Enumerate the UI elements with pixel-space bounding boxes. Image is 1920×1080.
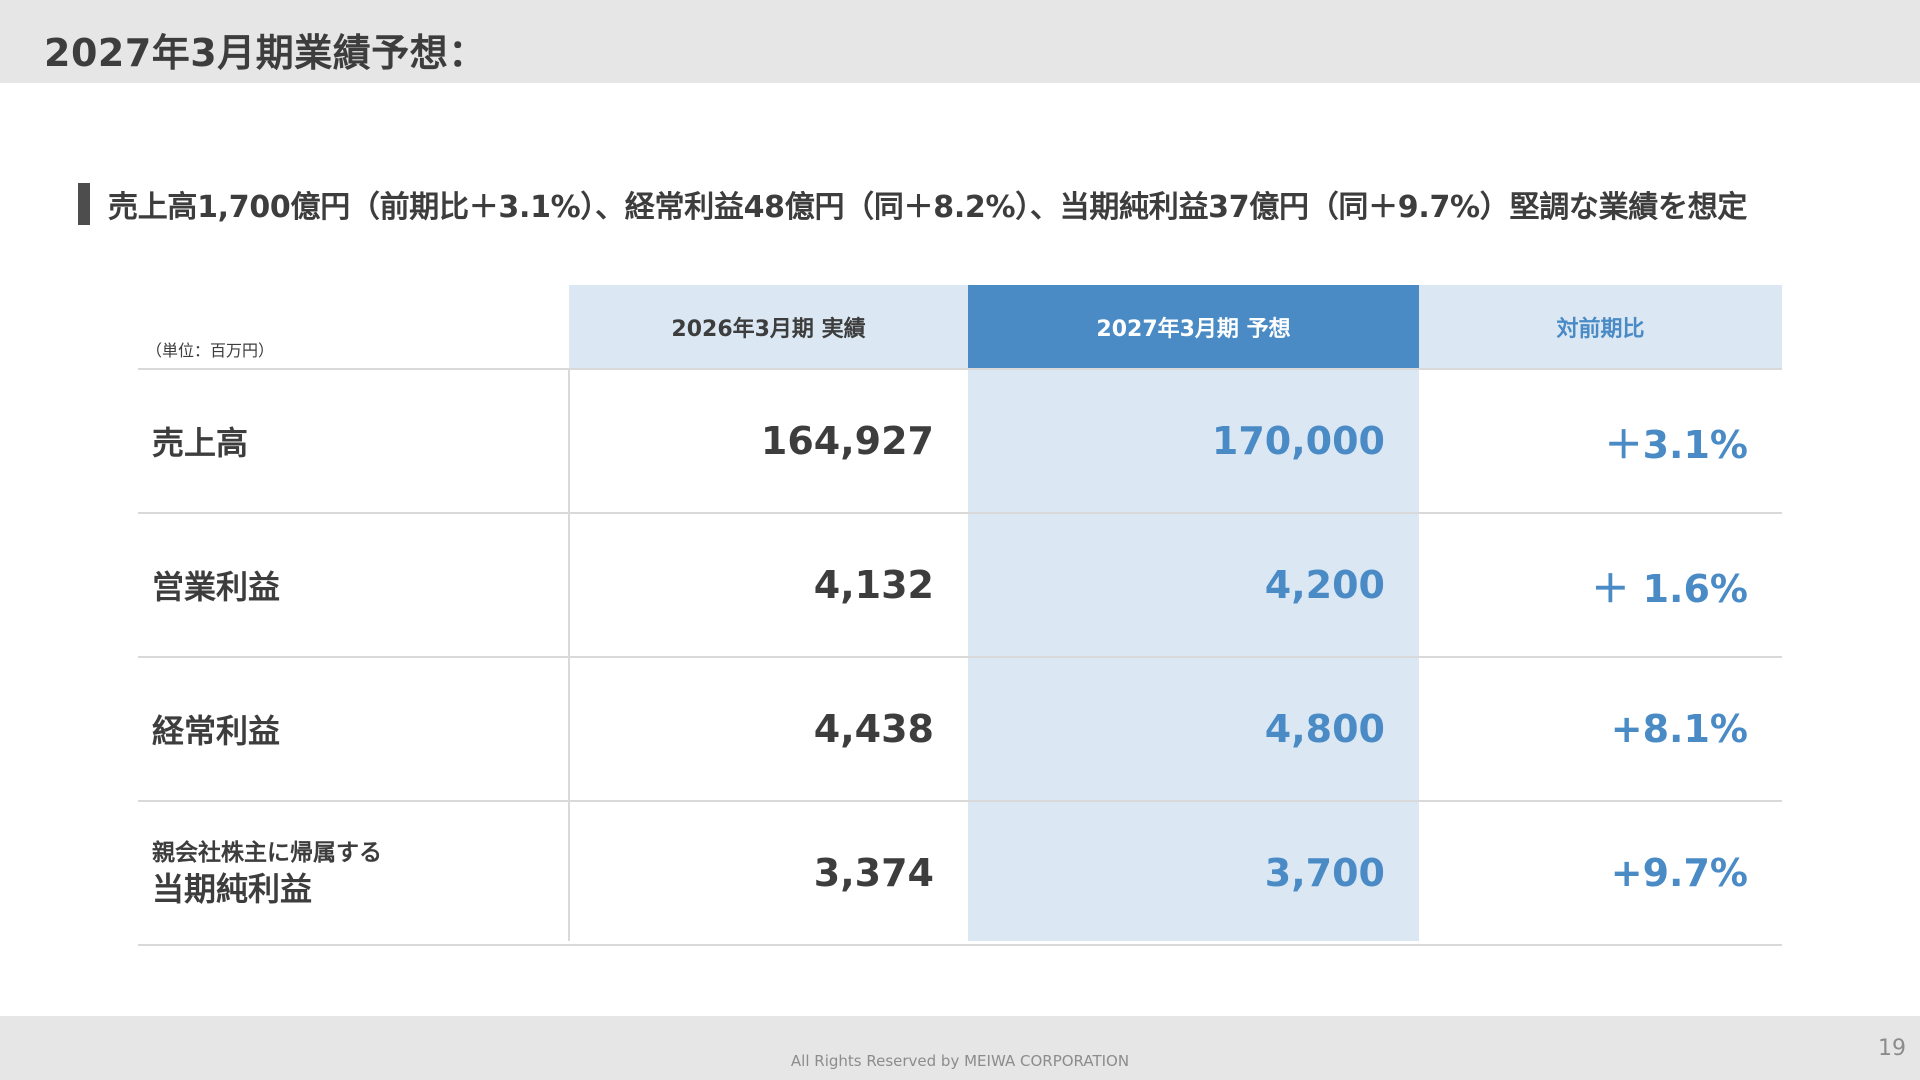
table-header: （単位：百万円） 2026年3月期 実績 2027年3月期 予想 対前期比 bbox=[138, 285, 1782, 370]
summary-line: 売上高1,700億円（前期比＋3.1%）、経常利益48億円（同＋8.2%）、当期… bbox=[78, 183, 1747, 225]
copyright-text: All Rights Reserved by MEIWA CORPORATION bbox=[790, 1052, 1130, 1070]
change-value: ＋ 1.6% bbox=[1591, 566, 1748, 611]
row-label-line1: 親会社株主に帰属する bbox=[152, 840, 382, 866]
change-value: +9.7% bbox=[1610, 851, 1748, 895]
forecast-value: 4,800 bbox=[1264, 707, 1385, 751]
actual-value: 4,132 bbox=[813, 563, 934, 607]
header-bar: 2027年3月期業績予想： bbox=[0, 0, 1920, 83]
table-row-net-income: 親会社株主に帰属する 当期純利益 3,374 3,700 +9.7% bbox=[138, 802, 1782, 946]
header-forecast: 2027年3月期 予想 bbox=[968, 285, 1419, 368]
actual-value: 4,438 bbox=[813, 707, 934, 751]
header-label-cell: （単位：百万円） bbox=[138, 285, 569, 368]
forecast-value: 170,000 bbox=[1211, 419, 1385, 463]
row-label: 営業利益 bbox=[152, 568, 281, 606]
footer-bar bbox=[0, 1016, 1920, 1080]
page-title: 2027年3月期業績予想： bbox=[44, 31, 487, 75]
actual-value: 3,374 bbox=[813, 851, 934, 895]
summary-text: 売上高1,700億円（前期比＋3.1%）、経常利益48億円（同＋8.2%）、当期… bbox=[108, 190, 1748, 225]
actual-value: 164,927 bbox=[760, 419, 934, 463]
change-value: +8.1% bbox=[1610, 707, 1748, 751]
header-actual: 2026年3月期 実績 bbox=[569, 285, 968, 368]
row-label: 親会社株主に帰属する 当期純利益 bbox=[138, 802, 569, 944]
row-label: 経常利益 bbox=[152, 712, 281, 750]
unit-note: （単位：百万円） bbox=[146, 341, 275, 360]
page-number: 19 bbox=[1878, 1036, 1906, 1061]
table-row-operating-profit: 営業利益 4,132 4,200 ＋ 1.6% bbox=[138, 514, 1782, 658]
header-change: 対前期比 bbox=[1419, 285, 1782, 368]
summary-bullet-marker bbox=[78, 183, 90, 225]
table-row-sales: 売上高 164,927 170,000 ＋3.1% bbox=[138, 370, 1782, 514]
slide: 2027年3月期業績予想： 売上高1,700億円（前期比＋3.1%）、経常利益4… bbox=[0, 0, 1920, 1080]
row-label: 売上高 bbox=[152, 424, 249, 462]
row-label-line2: 当期純利益 bbox=[152, 870, 313, 908]
table-row-ordinary-profit: 経常利益 4,438 4,800 +8.1% bbox=[138, 658, 1782, 802]
forecast-value: 4,200 bbox=[1264, 563, 1385, 607]
change-value: ＋3.1% bbox=[1604, 422, 1748, 467]
forecast-value: 3,700 bbox=[1264, 851, 1385, 895]
